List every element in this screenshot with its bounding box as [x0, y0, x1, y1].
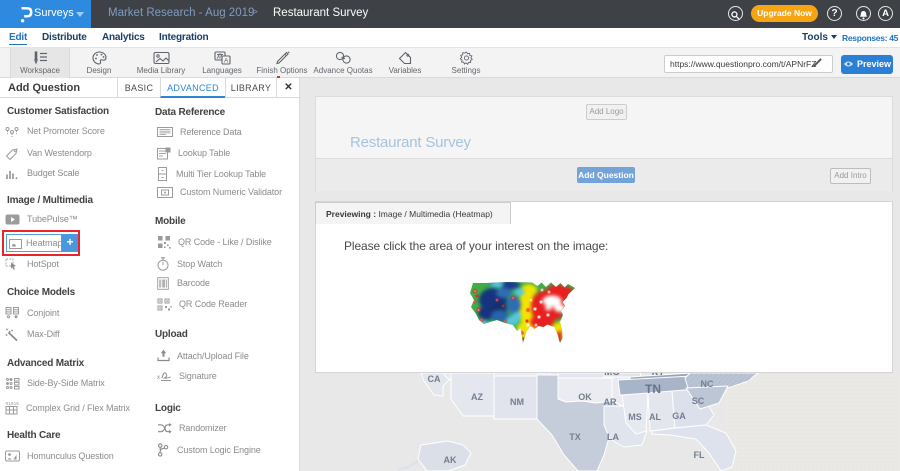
svg-text:AK: AK — [444, 455, 457, 465]
svg-text:CA: CA — [428, 374, 441, 384]
svg-text:TN: TN — [645, 382, 661, 396]
svg-text:KY: KY — [652, 373, 665, 377]
svg-text:AR: AR — [604, 397, 617, 407]
svg-text:MO: MO — [604, 373, 620, 378]
svg-text:NM: NM — [510, 397, 524, 407]
svg-text:x: x — [157, 375, 160, 381]
svg-text:LA: LA — [607, 432, 619, 442]
svg-text:GA: GA — [672, 411, 686, 421]
svg-text:AL: AL — [649, 412, 661, 422]
svg-text:OK: OK — [578, 392, 592, 402]
svg-text:A: A — [224, 58, 229, 65]
svg-text:FL: FL — [694, 450, 705, 460]
svg-text:SC: SC — [692, 396, 705, 406]
svg-text:AZ: AZ — [471, 392, 483, 402]
svg-text:NC: NC — [701, 379, 714, 389]
svg-text:MS: MS — [628, 412, 642, 422]
svg-text:TX: TX — [569, 432, 581, 442]
